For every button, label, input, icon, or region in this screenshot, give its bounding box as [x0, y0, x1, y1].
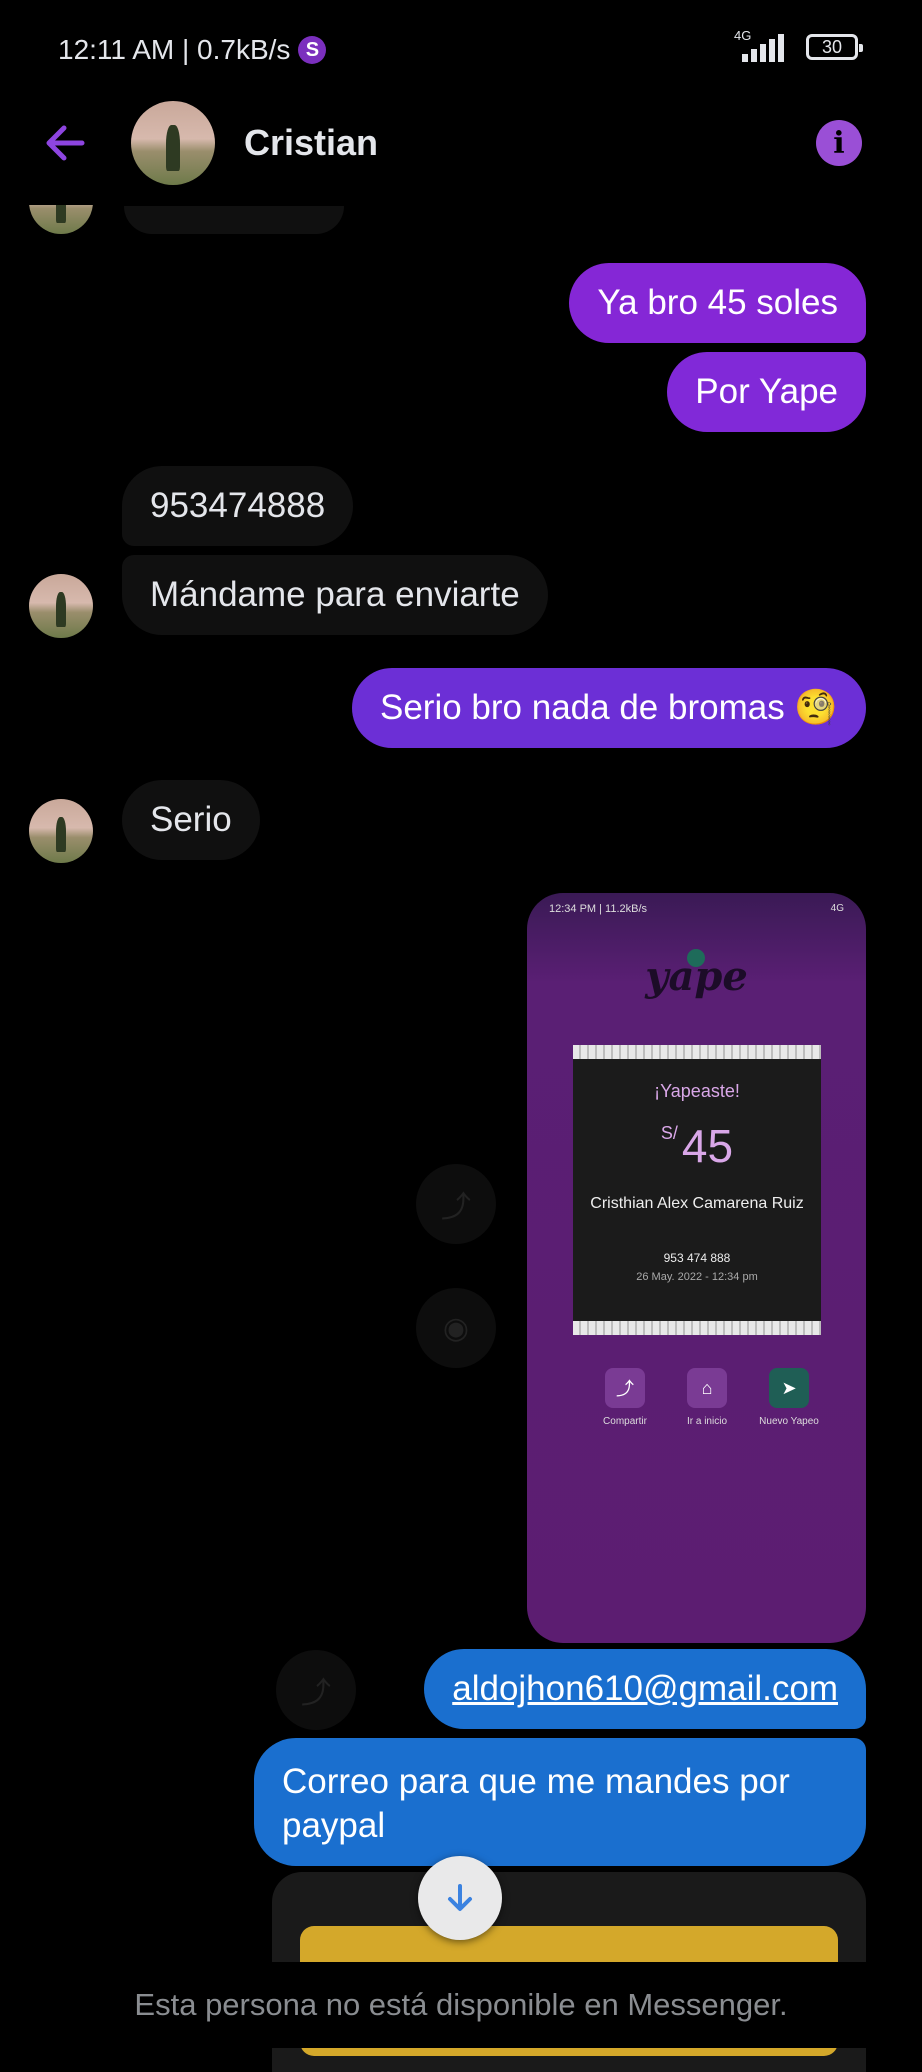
shared-image-yape-receipt[interactable]: 12:34 PM | 11.2kB/s 4G yape ¡Yapeaste! S…	[527, 893, 866, 1643]
message-line: Correo para que me mandes por	[282, 1762, 790, 1801]
app-notification-icon: S	[298, 36, 327, 64]
yape-action-new: ➤ Nuevo Yapeo	[751, 1368, 827, 1427]
status-time-speed: 12:11 AM | 0.7kB/s	[58, 34, 291, 65]
message-incoming[interactable]: Serio	[122, 780, 260, 860]
currency-symbol: S/	[660, 1123, 678, 1143]
share-icon[interactable]: ⤴	[276, 1650, 356, 1730]
receipt-date: 26 May. 2022 - 12:34 pm	[636, 1271, 758, 1283]
message-incoming[interactable]: Mándame para enviarte	[122, 555, 548, 635]
message-incoming[interactable]: 953474888	[122, 466, 354, 546]
image-status-left: 12:34 PM | 11.2kB/s	[549, 903, 648, 915]
contact-avatar-small	[29, 799, 93, 863]
receipt-title: ¡Yapeaste!	[654, 1081, 740, 1101]
yape-action-home: ⌂ Ir a inicio	[669, 1368, 745, 1427]
scroll-down-button[interactable]	[418, 1856, 502, 1940]
unavailable-notice: Esta persona no está disponible en Messe…	[0, 1962, 922, 2048]
amount-value: 45	[681, 1120, 734, 1172]
home-icon: ⌂	[687, 1368, 727, 1408]
previous-message-fragment	[124, 206, 344, 234]
contact-avatar[interactable]	[131, 101, 215, 185]
message-outgoing[interactable]: Ya bro 45 soles	[569, 263, 866, 343]
yape-logo: yape	[645, 953, 748, 1000]
arrow-down-icon	[448, 1884, 472, 1911]
yape-action-share: ⤴ Compartir	[587, 1368, 663, 1427]
share-icon[interactable]: ⤴	[416, 1164, 496, 1244]
yape-actions: ⤴ Compartir ⌂ Ir a inicio ➤ Nuevo Yapeo	[587, 1368, 827, 1427]
message-outgoing[interactable]: Por Yape	[667, 352, 866, 432]
receipt-phone: 953 474 888	[663, 1251, 731, 1265]
status-bar-left: 12:11 AM | 0.7kB/s S	[58, 34, 327, 66]
receipt-amount: S/45	[573, 1119, 821, 1173]
contact-avatar-small	[29, 205, 93, 234]
battery-level: 30	[821, 36, 843, 57]
contact-name[interactable]: Cristian	[244, 122, 378, 164]
message-line: paypal	[282, 1806, 386, 1845]
camera-icon[interactable]: ◉	[416, 1288, 496, 1368]
message-outgoing[interactable]: Correo para que me mandes por paypal	[254, 1738, 866, 1866]
back-arrow-icon[interactable]	[38, 115, 94, 171]
status-bar-right: 4G 30	[734, 28, 863, 62]
send-icon: ➤	[769, 1368, 809, 1408]
signal-icon: 4G	[734, 28, 792, 62]
email-link[interactable]: aldojhon610@gmail.com	[452, 1669, 838, 1708]
message-outgoing-email[interactable]: aldojhon610@gmail.com	[424, 1649, 866, 1729]
yape-receipt: ¡Yapeaste! S/45 Cristhian Alex Camarena …	[573, 1045, 821, 1335]
contact-avatar-small	[29, 574, 93, 638]
share-icon: ⤴	[605, 1368, 645, 1408]
battery-icon: 30	[806, 34, 863, 60]
image-status-right: 4G	[830, 903, 844, 914]
message-outgoing[interactable]: Serio bro nada de bromas 🧐	[352, 668, 866, 748]
info-icon[interactable]: i	[816, 120, 862, 166]
receipt-recipient: Cristhian Alex Camarena Ruiz	[590, 1195, 804, 1212]
